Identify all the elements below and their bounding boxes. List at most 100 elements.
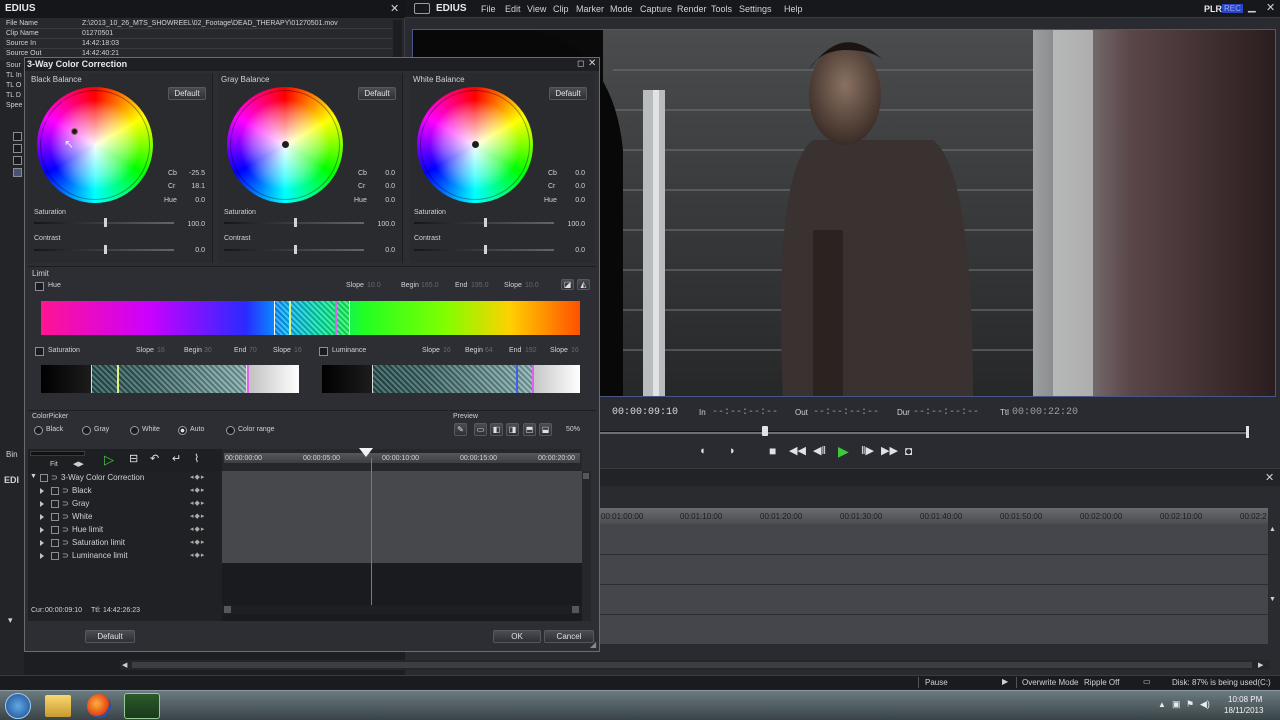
contrast-value[interactable]: 0.0 [558,247,585,254]
track-checkbox[interactable] [51,487,59,495]
sat-begin-value[interactable]: 30 [204,347,212,354]
cb-value[interactable]: -25.5 [178,170,205,177]
colorpicker-gray-radio[interactable] [82,426,91,435]
menu-render[interactable]: Render [677,4,707,14]
keyframe-vscroll[interactable] [582,471,591,621]
track-row-black[interactable]: ⊃ Black ◂◆▸ [28,485,218,498]
keyframe-nav-icon[interactable]: ◂◆▸ [190,525,205,533]
saturation-range-selection[interactable] [91,365,247,393]
saturation-slider-thumb[interactable] [104,218,107,227]
set-in-icon[interactable]: ◖ [699,445,706,457]
saturation-value[interactable]: 100.0 [178,221,205,228]
color-point[interactable] [472,141,479,148]
preview-split-icon[interactable]: ◧ [490,423,503,436]
tray-volume-icon[interactable]: ◀) [1200,699,1210,710]
stop-icon[interactable]: ■ [769,444,776,458]
cr-value[interactable]: 0.0 [368,183,395,190]
plr-label[interactable]: PLR [1204,4,1222,14]
menu-help[interactable]: Help [784,4,803,14]
saturation-range-bar[interactable] [41,365,299,393]
keyframe-nav-icon[interactable]: ◂◆▸ [190,538,205,546]
step-forward-icon[interactable]: ‖▶ [861,444,874,457]
cb-value[interactable]: 0.0 [558,170,585,177]
white-balance-wheel[interactable] [417,87,533,203]
expand-icon[interactable] [40,553,44,559]
black-balance-wheel[interactable] [37,87,153,203]
hue-value[interactable]: 0.0 [178,197,205,204]
lum-begin-value[interactable]: 64 [485,347,493,354]
keyframe-hscroll[interactable] [222,605,582,614]
expand-icon[interactable] [40,540,44,546]
luminance-limit-checkbox[interactable] [319,347,328,356]
menu-tools[interactable]: Tools [711,4,732,14]
play-icon[interactable]: ▶ [838,443,849,460]
track-row-saturation-limit[interactable]: ⊃ Saturation limit ◂◆▸ [28,537,218,550]
keyframe-undo-icon[interactable]: ↶ [150,452,159,465]
picker-tool-icon[interactable]: ◪ [561,279,574,290]
track-checkbox[interactable] [51,513,59,521]
lum-slope2-value[interactable]: 16 [571,347,579,354]
chevron-down-icon[interactable]: ▾ [8,615,13,626]
hscroll-right-icon[interactable]: ▶ [1258,661,1263,669]
zoom-out-icon[interactable]: ◀▶ [73,460,84,468]
sat-end-value[interactable]: 70 [249,347,257,354]
hue-slope2-value[interactable]: 10.0 [525,282,539,289]
ok-button[interactable]: OK [493,630,541,643]
preview-full-icon[interactable]: ▭ [474,423,487,436]
keyframe-nav-icon[interactable]: ◂◆▸ [190,473,205,481]
hue-end-value[interactable]: 195.0 [471,282,489,289]
menu-capture[interactable]: Capture [640,4,672,14]
track-row-3way[interactable]: ▼ ⊃ 3-Way Color Correction ◂◆▸ [28,472,218,485]
expand-icon[interactable] [40,527,44,533]
lum-marker[interactable] [532,365,534,393]
sat-slope1-value[interactable]: 16 [157,347,165,354]
saturation-slider-thumb[interactable] [484,218,487,227]
menu-marker[interactable]: Marker [576,4,604,14]
hscroll-thumb[interactable] [132,662,1252,668]
info-close-icon[interactable]: ✕ [390,2,399,15]
hue-marker[interactable] [289,301,291,335]
set-out-icon[interactable]: ◗ [729,445,736,457]
collapse-icon[interactable]: ▼ [30,473,37,480]
status-overwrite[interactable]: Overwrite Mode [1022,678,1078,687]
contrast-slider-thumb[interactable] [484,245,487,254]
keyframe-redo-icon[interactable]: ↵ [172,452,181,465]
hue-slope1-value[interactable]: 10.0 [367,282,381,289]
menu-view[interactable]: View [527,4,546,14]
keyframe-nav-icon[interactable]: ◂◆▸ [190,486,205,494]
contrast-value[interactable]: 0.0 [368,247,395,254]
cancel-button[interactable]: Cancel [544,630,594,643]
track-checkbox[interactable] [51,500,59,508]
clock-time[interactable]: 10:08 PM [1228,695,1262,704]
tray-network-icon[interactable]: ▣ [1172,699,1181,710]
track-checkbox[interactable] [51,552,59,560]
colorpicker-black-radio[interactable] [34,426,43,435]
edius-taskbar-icon[interactable] [124,693,160,719]
track-checkbox[interactable] [51,539,59,547]
timeline-close-icon[interactable]: ✕ [1265,471,1274,484]
hue-range-bar[interactable] [41,301,580,335]
lum-end-value[interactable]: 192 [525,347,537,354]
menu-mode[interactable]: Mode [610,4,633,14]
scrub-handle[interactable] [762,426,768,436]
effect-checkbox[interactable] [13,156,22,165]
contrast-slider-thumb[interactable] [294,245,297,254]
minimize-icon[interactable]: ▁ [1248,2,1256,13]
start-button-icon[interactable] [5,693,31,719]
saturation-value[interactable]: 100.0 [558,221,585,228]
contrast-slider-thumb[interactable] [104,245,107,254]
tray-flag-icon[interactable]: ⚑ [1186,699,1194,710]
hue-value[interactable]: 0.0 [368,197,395,204]
cr-value[interactable]: 18.1 [178,183,205,190]
sat-slope2-value[interactable]: 16 [294,347,302,354]
track-row-gray[interactable]: ⊃ Gray ◂◆▸ [28,498,218,511]
contrast-value[interactable]: 0.0 [178,247,205,254]
expand-icon[interactable] [40,514,44,520]
step-back-icon[interactable]: ◀‖ [813,444,826,457]
cb-value[interactable]: 0.0 [368,170,395,177]
hue-begin-value[interactable]: 165.0 [421,282,439,289]
track-checkbox[interactable] [51,526,59,534]
player-scrub-bar[interactable] [600,431,1250,434]
menu-edit[interactable]: Edit [505,4,521,14]
keyframe-nav-icon[interactable]: ◂◆▸ [190,499,205,507]
